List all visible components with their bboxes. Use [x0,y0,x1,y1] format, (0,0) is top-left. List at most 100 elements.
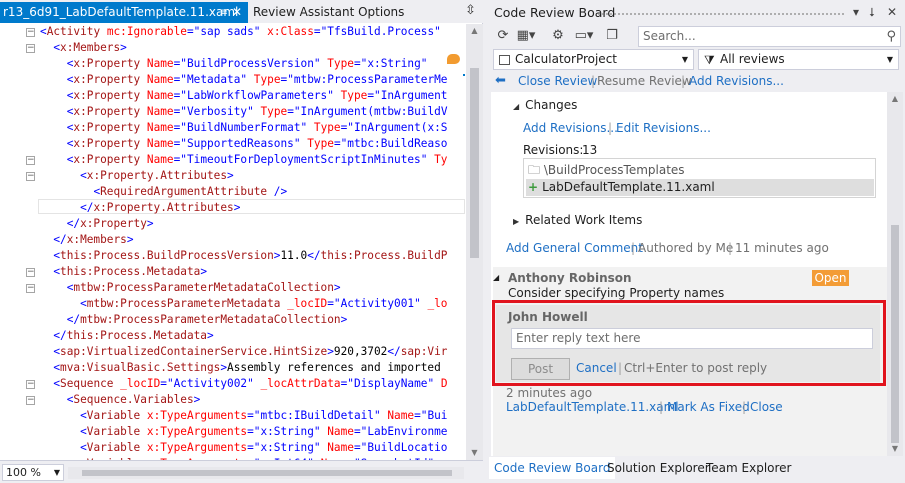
separator: | [728,241,733,255]
close-tab-icon[interactable]: ✕ [232,2,242,23]
code-view[interactable]: <Activity mc:Ignorable="sap sads" x:Clas… [0,24,465,460]
code-line[interactable]: <sap:VirtualizedContainerService.HintSiz… [40,344,447,360]
layout-icon[interactable]: ▭▾ [569,27,599,45]
code-line[interactable]: <x:Property Name="BuildProcessVersion" T… [40,56,434,72]
reply-highlight-frame [492,300,886,386]
close-review-link[interactable]: Close Review [518,74,597,88]
copy-windows-icon[interactable]: ❐ [603,27,621,45]
scroll-thumb[interactable] [891,225,899,443]
code-line[interactable]: <x:Property Name="LabWorkflowParameters"… [40,88,448,104]
code-line[interactable]: <x:Property Name="BuildNumberFormat" Typ… [40,120,448,136]
code-line[interactable]: </x:Members> [40,232,133,248]
panel-toolbar: ⟳ ▦▾ ⚙ ▭▾ ❐ Search... ⚲ [489,24,905,48]
code-line[interactable]: <mva:VisualBasic.Settings>Assembly refer… [40,360,447,376]
code-line[interactable]: <this:Process.Metadata> [40,264,207,280]
collapse-toggle-icon[interactable]: − [26,268,35,277]
tree-file-item[interactable]: + LabDefaultTemplate.11.xaml [526,179,874,196]
new-review-icon[interactable]: ▦▾ [513,27,539,45]
editor-horizontal-scrollbar[interactable] [68,467,464,479]
collapse-toggle-icon[interactable]: − [26,380,35,389]
review-actions: ⬅ Close Review | Resume Review | Add Rev… [489,72,905,92]
code-line[interactable]: <Activity mc:Ignorable="sap sads" x:Clas… [40,24,448,40]
comment-author: Anthony Robinson [508,271,632,285]
editor-vertical-scrollbar[interactable]: ▲ ▼ [466,24,483,460]
revisions-label: Revisions: [523,143,584,157]
window-position-icon[interactable]: ▾ [853,5,859,19]
code-line[interactable]: <x:Property.Attributes> [40,168,234,184]
tool-window-tabs: Code Review Board Solution Explorer Team… [489,457,905,483]
file-label: LabDefaultTemplate.11.xaml [542,180,715,194]
collapse-toggle-icon[interactable]: − [26,172,35,181]
collapse-toggle-icon[interactable]: − [26,28,35,37]
scroll-up-icon[interactable]: ▲ [466,24,483,38]
zoom-select[interactable]: 100 % ▼ [2,464,64,481]
refresh-icon[interactable]: ⟳ [494,27,512,45]
project-icon [499,55,510,65]
tab-code-review-board[interactable]: Code Review Board [489,457,616,479]
related-work-items-header[interactable]: ▶ Related Work Items [513,213,642,227]
add-revisions-link[interactable]: Add Revisions... [689,74,784,88]
comment-anchor-marker [463,74,465,76]
search-input[interactable]: Search... ⚲ [638,26,901,47]
code-line[interactable]: <mtbw:ProcessParameterMetadata _locID="A… [40,296,447,312]
filter-icon: ⧩ [704,53,715,67]
close-comment-link[interactable]: Close [750,400,783,414]
comment-file-link[interactable]: LabDefaultTemplate.11.xaml [506,400,679,414]
code-line[interactable]: <Variable x:TypeArguments="x:String" Nam… [40,440,447,456]
revisions-count: 13 [582,143,598,157]
scroll-thumb[interactable] [470,68,479,258]
collapse-toggle-icon[interactable]: − [26,156,35,165]
code-line[interactable]: <Sequence _locID="Activity002" _locAttrD… [40,376,447,392]
editor-gutter [0,24,26,460]
code-line[interactable]: </x:Property.Attributes> [40,200,240,216]
code-line[interactable]: <x:Members> [40,40,127,56]
search-icon[interactable]: ⚲ [886,27,896,46]
collapse-toggle-icon[interactable]: − [26,284,35,293]
tab-xaml-file[interactable]: r13_6d91_LabDefaultTemplate.11.xaml ≡ ✕ [0,2,248,23]
collapse-toggle-icon[interactable]: − [26,44,35,53]
code-line[interactable]: <x:Property Name="Metadata" Type="mtbw:P… [40,72,448,88]
panel-title-bar: Code Review Board ▾ ⭣ ✕ [489,2,905,24]
back-arrow-icon[interactable]: ⬅ [495,73,506,88]
changes-section-header[interactable]: ◢ Changes [513,98,577,112]
code-line[interactable]: <x:Property Name="Verbosity" Type="InArg… [40,104,448,120]
tab-review-assistant-options[interactable]: Review Assistant Options [251,2,461,23]
code-line[interactable]: <Sequence.Variables> [40,392,201,408]
code-line[interactable]: <Variable x:TypeArguments="x:String" Nam… [40,424,447,440]
auto-hide-pin-icon[interactable]: ⭣ [869,5,875,20]
comment-bubble-icon[interactable] [447,54,460,64]
mark-as-fixed-link[interactable]: Mark As Fixed [667,400,750,414]
related-work-items-label: Related Work Items [525,213,643,227]
tab-solution-explorer[interactable]: Solution Explorer [602,457,715,479]
expanded-triangle-icon: ◢ [513,102,520,111]
review-filter-select[interactable]: ⧩ All reviews ▼ [698,49,899,70]
code-line[interactable]: <RequiredArgumentAttribute /> [40,184,287,200]
folder-icon: 🗀 [528,163,541,177]
tab-team-explorer[interactable]: Team Explorer [701,457,797,479]
h-scroll-thumb[interactable] [82,470,452,476]
add-revisions-link-2[interactable]: Add Revisions... [523,121,618,135]
gear-icon[interactable]: ⚙ [549,27,567,45]
panel-vertical-scrollbar[interactable]: ▲ ▼ [887,92,903,456]
code-line[interactable]: <Variable x:TypeArguments="mtbc:IBuildDe… [40,408,447,424]
scroll-down-icon[interactable]: ▼ [466,446,483,460]
project-select[interactable]: CalculatorProject ▼ [493,49,694,70]
code-line[interactable]: </this:Process.Metadata> [40,328,213,344]
editor-status-bar: 100 % ▼ [0,460,483,483]
scroll-up-icon[interactable]: ▲ [887,92,903,106]
code-line[interactable]: </mtbw:ProcessParameterMetadataCollectio… [40,312,348,328]
split-window-icon[interactable]: ⇳ [465,4,479,18]
code-line[interactable]: <mtbw:ProcessParameterMetadataCollection… [40,280,341,296]
collapse-toggle-icon[interactable]: − [26,396,35,405]
code-line[interactable]: <this:Process.BuildProcessVersion>11.0</… [40,248,447,264]
resume-review-link[interactable]: Resume Review [597,74,692,88]
code-line[interactable]: </x:Property> [40,216,154,232]
edit-revisions-link[interactable]: Edit Revisions... [616,121,711,135]
close-panel-icon[interactable]: ✕ [887,5,897,19]
add-general-comment-link[interactable]: Add General Comment [506,241,643,255]
pin-icon[interactable]: ≡ [220,2,228,23]
scroll-down-icon[interactable]: ▼ [887,442,903,456]
code-line[interactable]: <x:Property Name="SupportedReasons" Type… [40,136,448,152]
code-line[interactable]: <x:Property Name="TimeoutForDeploymentSc… [40,152,448,168]
separator: | [742,400,747,414]
